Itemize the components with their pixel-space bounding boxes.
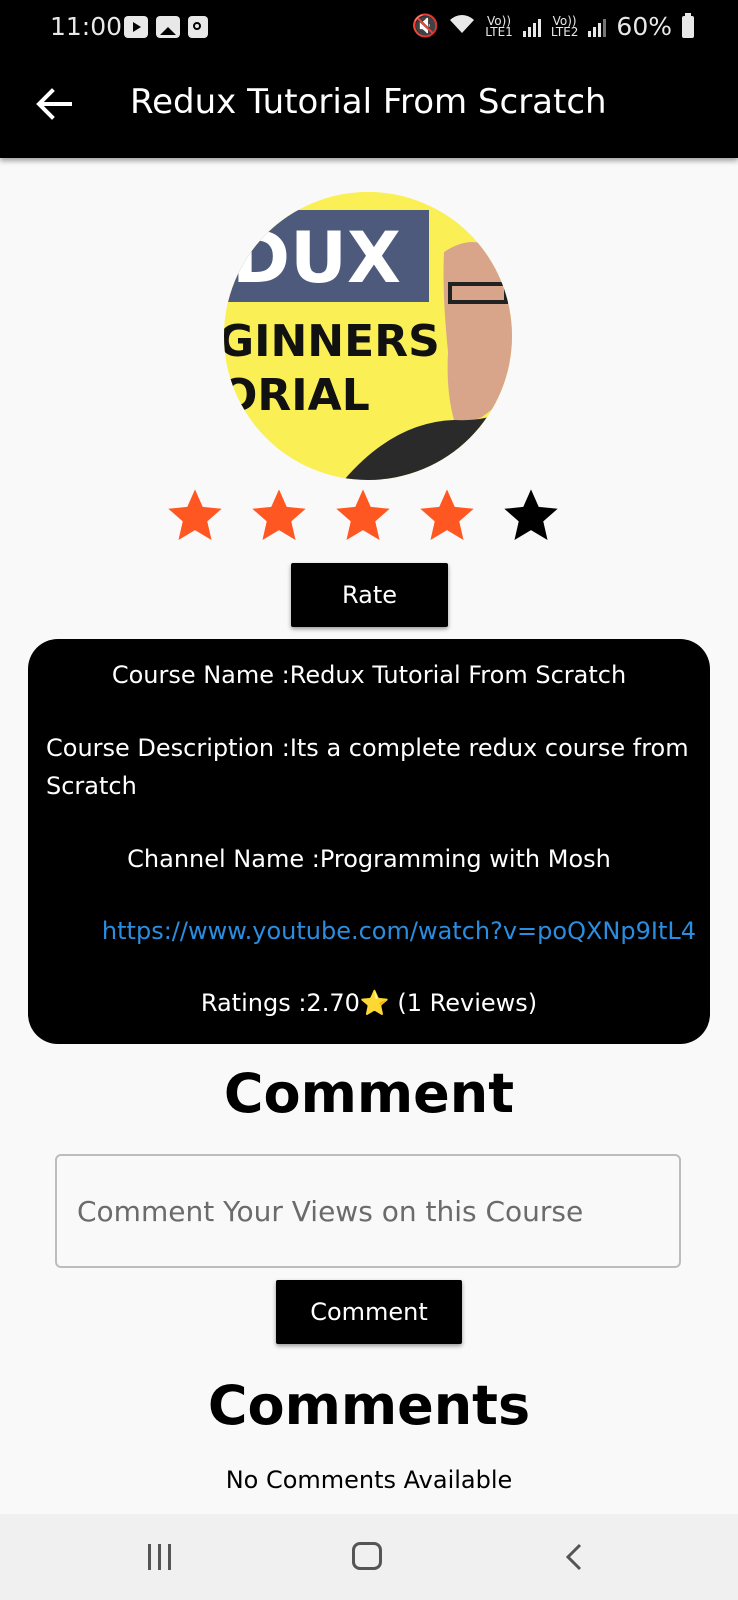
comments-heading: Comments [207, 1374, 531, 1437]
ratings-summary: Ratings :2.70⭐ (1 Reviews) [46, 989, 692, 1017]
clock-notification-icon [188, 16, 208, 38]
ratings-value: Ratings :2.70 [200, 989, 360, 1017]
app-bar: Redux Tutorial From Scratch [0, 58, 738, 158]
star-icon-5[interactable] [499, 484, 563, 548]
status-bar: 11:00 🔇 Vo)) LTE1 Vo)) LTE2 60% [0, 0, 738, 58]
notification-icons [124, 16, 208, 38]
sim2-signal-icon [588, 17, 607, 37]
course-link[interactable]: https://www.youtube.com/watch?v=poQXNp9I… [46, 917, 696, 945]
star-icon-1[interactable] [163, 484, 227, 548]
thumbnail-text-3: ORIAL [224, 370, 370, 421]
mute-icon: 🔇 [411, 14, 440, 39]
course-info-card: Course Name :Redux Tutorial From Scratch… [28, 639, 710, 1044]
status-time: 11:00 [50, 12, 123, 41]
system-status-icons: 🔇 Vo)) LTE1 Vo)) LTE2 60% [412, 12, 694, 41]
page-title: Redux Tutorial From Scratch [130, 82, 607, 122]
channel-name: Channel Name :Programming with Mosh [127, 845, 611, 873]
battery-icon [682, 12, 694, 38]
battery-percent: 60% [616, 12, 672, 41]
ratings-reviews: (1 Reviews) [389, 989, 538, 1017]
sim1-label: Vo)) LTE1 [485, 13, 513, 39]
star-rating[interactable] [163, 484, 581, 544]
star-icon-3[interactable] [331, 484, 395, 548]
star-icon-2[interactable] [247, 484, 311, 548]
youtube-notification-icon [124, 16, 148, 38]
star-icon-4[interactable] [415, 484, 479, 548]
course-thumbnail: DUX GINNERS ORIAL [224, 192, 512, 480]
back-arrow-icon[interactable] [34, 84, 74, 124]
course-name: Course Name :Redux Tutorial From Scratch [111, 661, 627, 689]
thumbnail-text-1: DUX [232, 217, 401, 299]
rate-button[interactable]: Rate [291, 563, 448, 627]
sim1-signal-icon [522, 17, 541, 37]
no-comments-text: No Comments Available [225, 1466, 513, 1494]
thumbnail-text-2: GINNERS [224, 316, 440, 367]
comment-input[interactable] [55, 1154, 681, 1268]
wifi-icon [449, 13, 475, 41]
back-nav-icon[interactable] [560, 1542, 588, 1572]
system-nav-bar [0, 1514, 738, 1600]
comment-submit-button[interactable]: Comment [276, 1280, 462, 1344]
sim2-label: Vo)) LTE2 [550, 13, 579, 39]
home-icon[interactable] [352, 1542, 382, 1570]
recent-apps-icon[interactable] [148, 1544, 174, 1570]
ratings-star-icon: ⭐ [359, 989, 390, 1017]
comment-heading: Comment [223, 1062, 515, 1125]
course-description: Course Description :Its a complete redux… [46, 734, 689, 800]
gallery-notification-icon [156, 16, 180, 38]
